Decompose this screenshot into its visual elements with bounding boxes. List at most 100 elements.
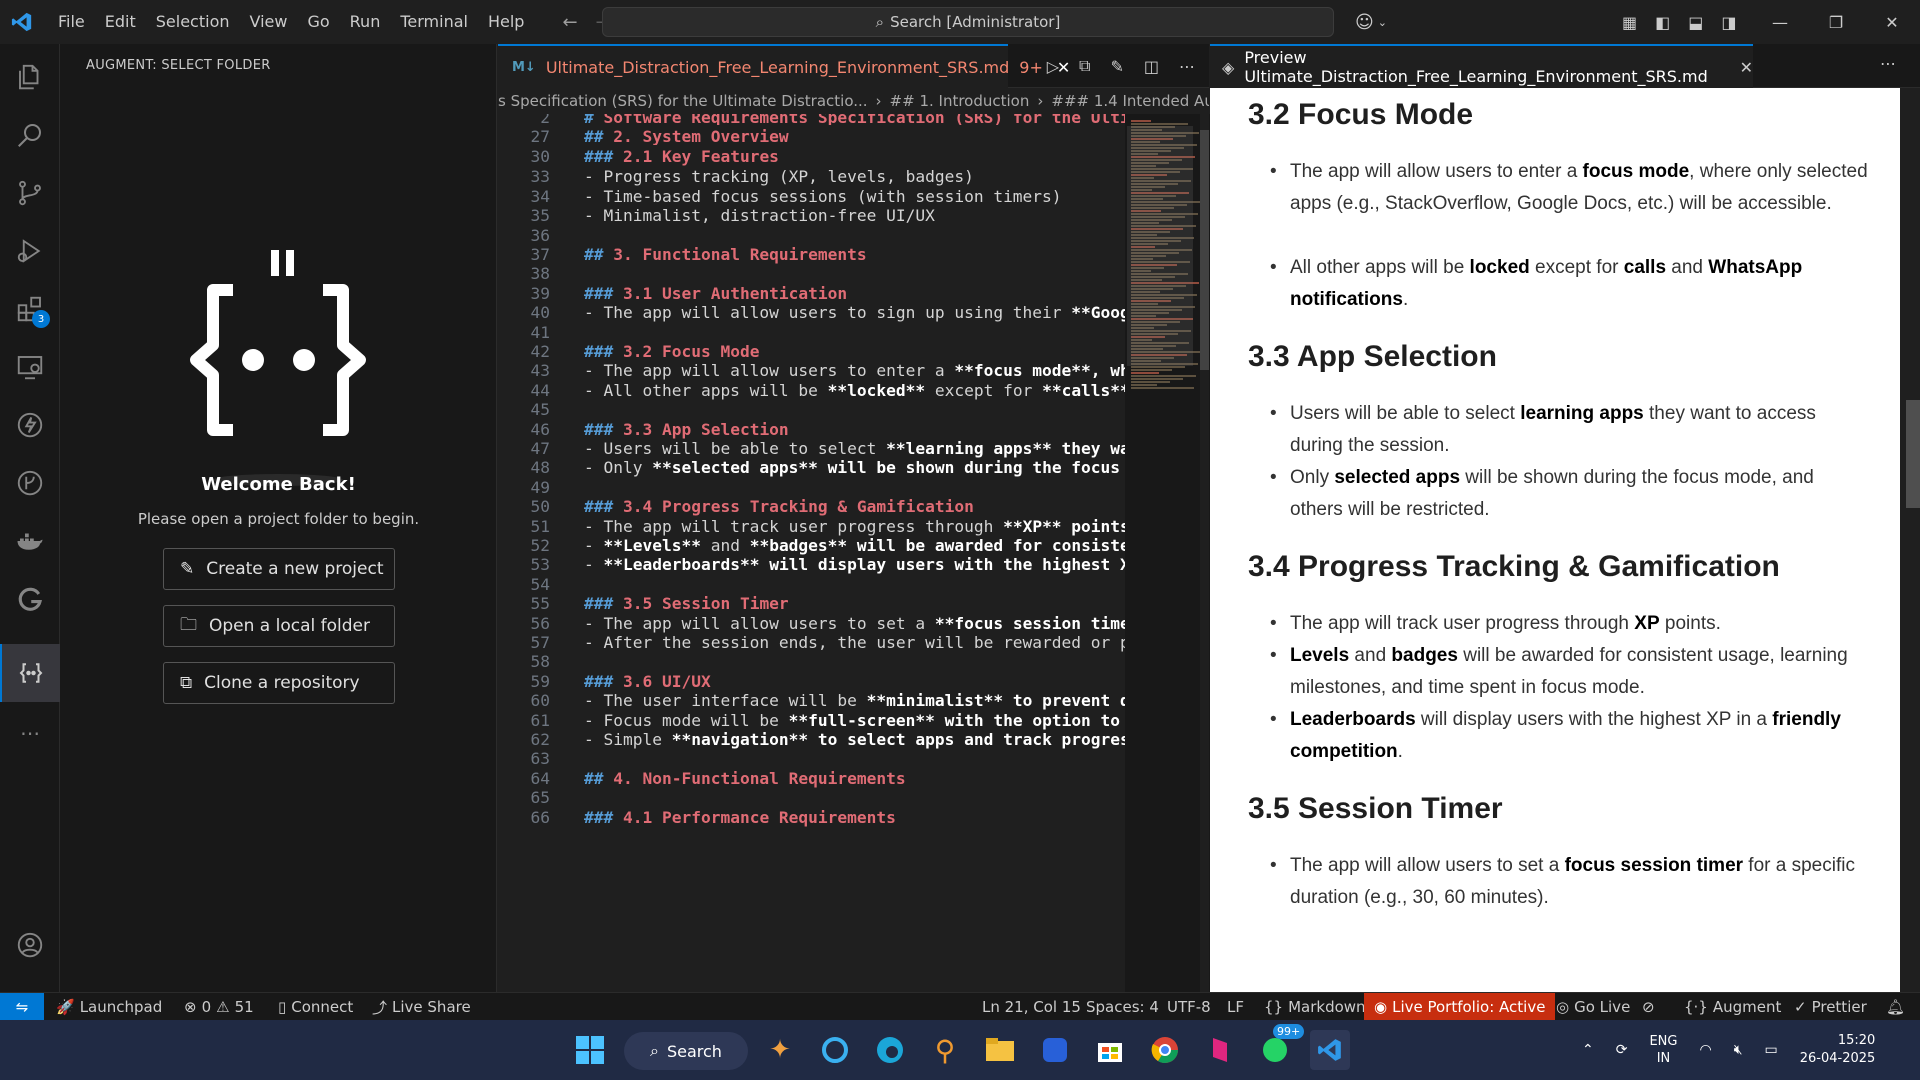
windows-taskbar: ⌕ Search ✦ ⚲ 99+ ⌃ ⟳ ENG IN ◠ 🔇︎ ▭ 15:20…	[0, 1020, 1920, 1080]
remote-explorer-icon[interactable]	[0, 338, 60, 396]
preview-scrollbar-thumb[interactable]	[1906, 400, 1920, 508]
notifications-icon[interactable]: 🔔︎	[1886, 993, 1905, 1021]
code-line[interactable]: 66 ### 4.1 Performance Requirements	[498, 806, 1188, 830]
whatsapp-icon[interactable]: 99+	[1255, 1024, 1305, 1070]
chevron-down-icon[interactable]: ⌄	[1378, 16, 1387, 29]
copilot-app-icon[interactable]: ✦	[760, 1030, 800, 1070]
minimap-slider[interactable]	[1127, 126, 1193, 366]
live-portfolio-status[interactable]: ◉ Live Portfolio: Active	[1364, 993, 1556, 1021]
taskbar-search[interactable]: ⌕ Search	[624, 1032, 748, 1070]
preview-scrollbar[interactable]	[1900, 88, 1920, 992]
open-preview-icon[interactable]: ⧉	[1079, 56, 1090, 76]
problems-item[interactable]: ⊗ 0 ⚠ 51	[184, 993, 254, 1021]
minimize-icon[interactable]: —	[1752, 13, 1808, 32]
launchpad-item[interactable]: 🚀 Launchpad	[56, 993, 162, 1021]
preview-heading: 3.2 Focus Mode	[1248, 98, 1474, 131]
connect-item[interactable]: ▯ Connect	[278, 993, 353, 1021]
code-editor[interactable]: 32- Customizable focus environment with …	[498, 114, 1188, 992]
preview-list-item: Levels and badges will be awarded for co…	[1270, 640, 1870, 704]
tab-srs-md[interactable]: M↓ Ultimate_Distraction_Free_Learning_En…	[498, 44, 1070, 88]
breadcrumb-item[interactable]: ## 1. Introduction	[890, 92, 1030, 110]
open-local-folder-button[interactable]: 🗀 Open a local folder	[163, 605, 395, 647]
augment-item[interactable]: {·} Augment	[1684, 993, 1781, 1021]
toggle-primary-sidebar-icon[interactable]: ◧	[1655, 13, 1670, 32]
clock[interactable]: 15:20 26-04-2025	[1800, 1032, 1876, 1068]
chevron-right-icon: ›	[1037, 92, 1044, 110]
menu-run[interactable]: Run	[340, 0, 391, 44]
remote-indicator-icon[interactable]: ⇋	[0, 993, 44, 1021]
vscode-taskbar-icon[interactable]	[1310, 1030, 1350, 1070]
menu-go[interactable]: Go	[297, 0, 339, 44]
go-live-item[interactable]: ◎ Go Live	[1556, 993, 1630, 1021]
app-blue-icon[interactable]	[1035, 1030, 1075, 1070]
toggle-panel-icon[interactable]: ⬓	[1688, 13, 1703, 32]
lightning-icon[interactable]	[0, 396, 60, 454]
sticky-scroll-line[interactable]: 30 ### 2.1 Key Features	[498, 144, 1188, 169]
command-search-box[interactable]: ⌕ Search [Administrator]	[602, 7, 1334, 37]
search-app-icon[interactable]: ⚲	[925, 1030, 965, 1070]
menu-selection[interactable]: Selection	[146, 0, 240, 44]
cursor-position[interactable]: Ln 21, Col 15	[982, 993, 1081, 1021]
split-editor-icon[interactable]: ◫	[1144, 57, 1159, 76]
bell-slash-icon[interactable]: ⊘	[1642, 993, 1655, 1021]
breadcrumb-item[interactable]: s Specification (SRS) for the Ultimate D…	[498, 92, 868, 110]
file-explorer-icon[interactable]	[980, 1030, 1020, 1070]
copilot-icon[interactable]: ☺	[1355, 12, 1374, 33]
sync-icon[interactable]: ⟳	[1616, 1042, 1628, 1058]
language-mode[interactable]: {} Markdown	[1264, 993, 1366, 1021]
language-indicator[interactable]: ENG IN	[1649, 1033, 1677, 1067]
run-debug-icon[interactable]	[0, 222, 60, 280]
search-icon[interactable]	[0, 106, 60, 164]
augment-icon[interactable]	[0, 644, 60, 702]
account-icon[interactable]	[0, 916, 60, 974]
more-actions-icon[interactable]: ⋯	[1880, 54, 1896, 73]
error-icon: ⊗	[184, 998, 197, 1016]
more-dots-icon[interactable]: ⋯	[0, 704, 60, 762]
restore-icon[interactable]: ❐	[1808, 13, 1864, 32]
app-pink-icon[interactable]	[1200, 1030, 1240, 1070]
run-icon[interactable]: ▷	[1047, 57, 1059, 76]
chevron-up-icon[interactable]: ⌃	[1582, 1042, 1594, 1058]
clone-repository-button[interactable]: ⧉ Clone a repository	[163, 662, 395, 704]
wifi-icon[interactable]: ◠	[1699, 1042, 1711, 1058]
indentation[interactable]: Spaces: 4	[1086, 993, 1159, 1021]
back-arrow-icon[interactable]: ←	[562, 12, 577, 33]
minimap-line	[1131, 381, 1170, 383]
activity-bar: 3 ⋯	[0, 44, 60, 1018]
volume-muted-icon[interactable]: 🔇︎	[1734, 1042, 1743, 1058]
tab-preview[interactable]: ◈ Preview Ultimate_Distraction_Free_Lear…	[1210, 44, 1753, 88]
end-of-line[interactable]: LF	[1227, 993, 1244, 1021]
chrome-browser-icon[interactable]	[1145, 1030, 1185, 1070]
menu-file[interactable]: File	[48, 0, 95, 44]
windows-start-icon[interactable]	[570, 1030, 610, 1070]
close-icon[interactable]: ✕	[1740, 58, 1753, 77]
gitlens-icon[interactable]	[0, 570, 60, 628]
toggle-secondary-sidebar-icon[interactable]: ◨	[1721, 13, 1736, 32]
prettier-item[interactable]: ✓ Prettier	[1794, 993, 1867, 1021]
explorer-icon[interactable]	[0, 48, 60, 106]
close-window-icon[interactable]: ✕	[1864, 13, 1920, 32]
line-text: ### 2.1 Key Features	[584, 146, 779, 166]
cortana-icon[interactable]	[815, 1030, 855, 1070]
git-graph-icon[interactable]	[0, 454, 60, 512]
encoding[interactable]: UTF-8	[1167, 993, 1211, 1021]
extensions-icon[interactable]: 3	[0, 280, 60, 338]
brush-icon[interactable]: ✎	[1110, 57, 1123, 76]
customize-layout-icon[interactable]: ▦	[1622, 13, 1637, 32]
edge-browser-icon[interactable]	[870, 1030, 910, 1070]
live-share-item[interactable]: ⤴ Live Share	[372, 993, 471, 1021]
create-new-project-button[interactable]: ✎ Create a new project	[163, 548, 395, 590]
editor-scrollbar-thumb[interactable]	[1200, 130, 1209, 370]
breadcrumb-item[interactable]: ### 1.4 Intended Au	[1051, 92, 1209, 110]
menu-help[interactable]: Help	[478, 0, 534, 44]
microsoft-store-icon[interactable]	[1090, 1030, 1130, 1070]
source-control-icon[interactable]	[0, 164, 60, 222]
menu-terminal[interactable]: Terminal	[390, 0, 478, 44]
menu-edit[interactable]: Edit	[95, 0, 146, 44]
more-actions-icon[interactable]: ⋯	[1179, 57, 1195, 76]
line-number: 66	[530, 807, 551, 827]
docker-icon[interactable]	[0, 512, 60, 570]
menu-view[interactable]: View	[240, 0, 298, 44]
battery-icon[interactable]: ▭	[1765, 1042, 1778, 1058]
welcome-title: Welcome Back!	[201, 474, 356, 495]
